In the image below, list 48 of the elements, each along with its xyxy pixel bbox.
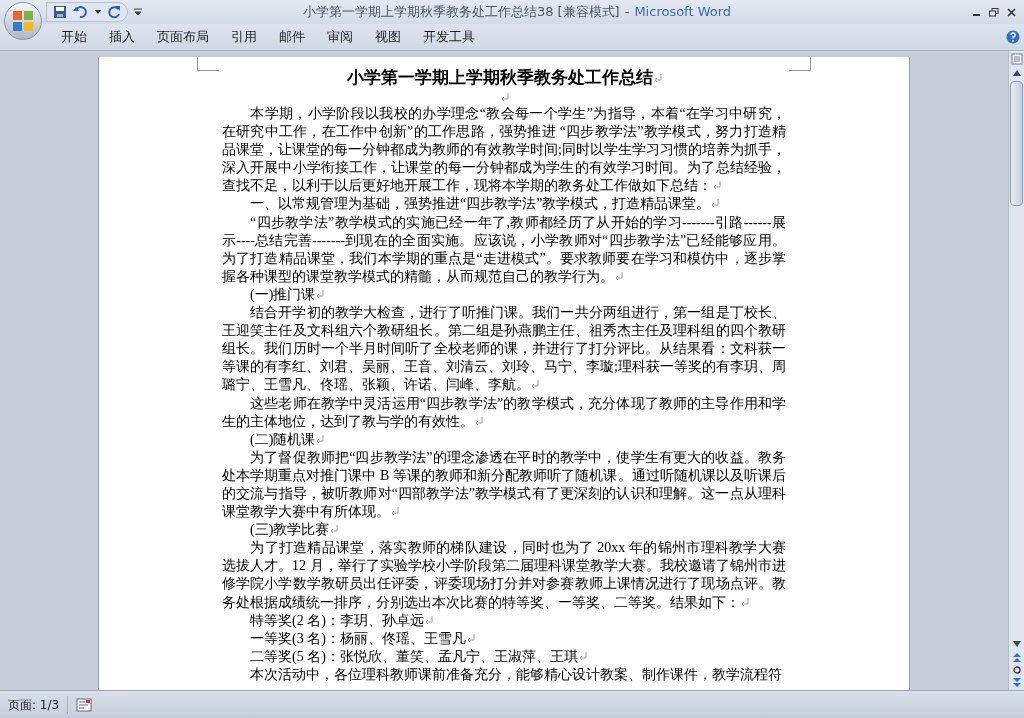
ribbon-tab[interactable]: 视图	[364, 25, 412, 49]
ribbon-tab[interactable]: 页面布局	[146, 25, 220, 49]
paragraph-text: 二等奖(5 名)：张悦欣、董笑、孟凡宁、王淑萍、王琪	[249, 648, 578, 664]
scroll-down-icon[interactable]	[1012, 641, 1021, 647]
browse-object-icon[interactable]	[1012, 666, 1021, 674]
vertical-scrollbar[interactable]	[1008, 51, 1024, 690]
office-button[interactable]	[4, 2, 42, 40]
close-icon[interactable]	[1007, 7, 1016, 17]
help-icon[interactable]	[1006, 30, 1020, 44]
app-name: Microsoft Word	[634, 3, 732, 22]
paragraph-text: 本学期，小学阶段以我校的办学理念“教会每一个学生”为指导，本着“在学习中研究，在研究中工作，在工作中创新”的工作思路，强势推进 “四步教学法”教学模式，努力打造精品课堂，让课堂的每一分钟都成为教师的有效教学时间;同时以学生学习习惯的培养为抓手，深入开展中小学衔接工作，让课堂的每一分钟都成为学生的有效学习时间。为了总结经验，查找不足，以利于以后更好地开展工作，现将本学期的教务处工作做如下总结：	[222, 106, 786, 194]
undo-icon[interactable]	[73, 5, 89, 19]
ribbon-tab[interactable]: 邮件	[268, 25, 316, 49]
paragraph-text: “四步教学法”教学模式的实施已经一年了,教师都经历了从开始的学习-------引路------展示----总结完善-------到现在的全面实施。应该说，小学教师对“四步教学法”已经能够应用。为了打造精品课堂，我们本学期的重点是“走进模式”。要求教师要在学习和模仿中，逐步掌握各种课型的课堂教学模式的精髓，从而规范自己的教学行为。	[222, 214, 786, 284]
title-separator: -	[624, 3, 630, 22]
paragraph-text: 这些老师在教学中灵活运用“四步教学法”的教学模式，充分体现了教师的主导作用和学生的主体地位，达到了教与学的有效性。	[222, 395, 786, 429]
office-logo-icon	[12, 10, 34, 32]
ruler-toggle-icon[interactable]	[1010, 53, 1023, 65]
ribbon-tab[interactable]: 插入	[98, 25, 146, 49]
ribbon-tab[interactable]: 开发工具	[412, 25, 486, 49]
margin-corner-mark	[197, 57, 219, 71]
ribbon-tab[interactable]: 审阅	[316, 25, 364, 49]
paragraph-text: 本次活动中，各位理科教师课前准备充分，能够精心设计教案、制作课件，教学流程符	[249, 666, 782, 682]
ribbon-tab[interactable]: 开始	[50, 25, 98, 49]
customize-toolbar-icon[interactable]	[134, 8, 142, 16]
scroll-up-icon[interactable]	[1012, 70, 1021, 76]
paragraph-text: 一等奖(3 名)：杨丽、佟瑶、王雪凡	[249, 630, 466, 646]
restore-icon[interactable]	[989, 7, 999, 17]
paragraph-text: 特等奖(2 名)：李玥、孙卓远	[249, 612, 424, 628]
paragraph-text: 结合开学初的教学大检查，进行了听推门课。我们一共分两组进行，第一组是丁校长、王迎笑主任及文科组六个教研组长。第二组是孙燕鹏主任、祖秀杰主任及理科组的四个教研组长。我们历时一个半月时间听了全校老师的课，并进行了打分评比。从结果看：文科获一等课的有李红、刘君、吴丽、王音、刘清云、刘玲、马宁、李璇;理科获一等奖的有李玥、周璐宁、王雪凡、佟瑶、张颖、许诺、闫峰、李航。	[222, 305, 786, 393]
paragraph-text: (二)随机课	[249, 431, 316, 447]
margin-corner-mark	[789, 57, 811, 71]
page-count[interactable]: 页面: 1/3	[0, 695, 69, 714]
proofing-icon[interactable]	[76, 697, 93, 712]
next-page-icon[interactable]	[1012, 678, 1021, 687]
paragraph-text: 为了打造精品课堂，落实教师的梯队建设，同时也为了 20xx 年的锦州市理科教学大赛选拔人才。12 月，举行了实验学校小学阶段第二届理科课堂教学大赛。我校邀请了锦州市进修学院小学数学教研员出任评委，评委现场打分并对参赛教师上课情况进行了现场点评。教务处根据成绩统一排序，分别选出本次比赛的特等奖、一等奖、二等奖。结果如下：	[222, 540, 786, 610]
previous-page-icon[interactable]	[1012, 653, 1021, 662]
paragraph-text: (一)推门课	[249, 286, 316, 302]
window-title: 小学第一学期上学期秋季教务处工作总结38 [兼容模式]	[302, 3, 620, 22]
save-icon[interactable]	[53, 5, 67, 19]
redo-icon[interactable]	[107, 5, 121, 19]
paragraph-text: 为了督促教师把“四步教学法”的理念渗透在平时的教学中，使学生有更大的收益。教务处本学期重点对推门课中 B 等课的教师和新分配教师听了随机课。通过听随机课以及听课后的交流与指导，被听教师对“四部教学法”教学模式有了更深刻的认识和理解。这一点从理科课堂教学大赛中有所体现。	[222, 449, 786, 520]
dropdown-caret-icon[interactable]	[95, 10, 101, 14]
document-title: 小学第一学期上学期秋季教务处工作总结	[346, 68, 653, 87]
paragraph-text: (三)教学比赛	[249, 522, 330, 538]
ribbon-tab[interactable]: 引用	[220, 25, 268, 49]
scroll-thumb[interactable]	[1010, 81, 1023, 206]
paragraph-text: 一、以常规管理为基础，强势推进“四步教学法”教学模式，打造精品课堂。	[249, 196, 711, 212]
